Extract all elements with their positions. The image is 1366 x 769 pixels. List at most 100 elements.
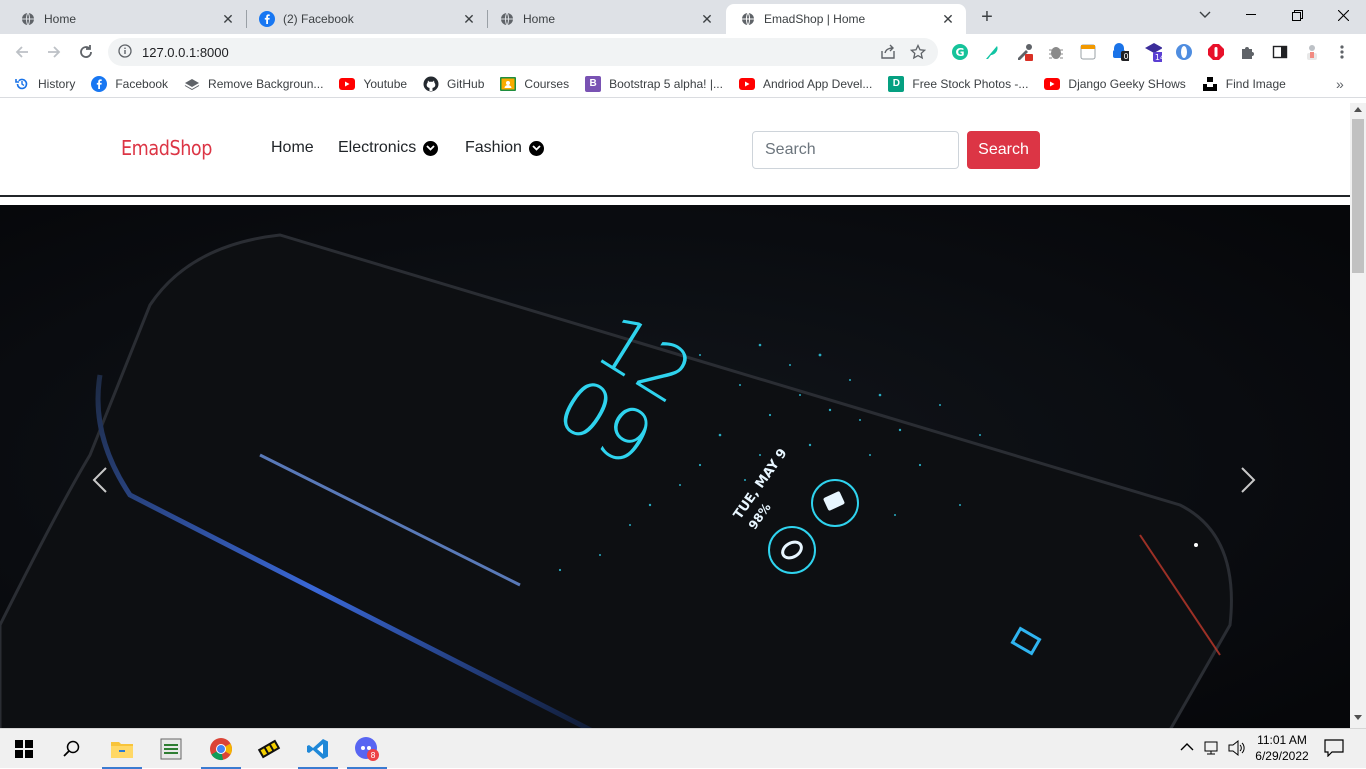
layers-icon (184, 76, 200, 92)
file-explorer-icon[interactable] (98, 729, 146, 769)
lottery-app-icon[interactable] (147, 729, 195, 769)
restore-button[interactable] (1274, 0, 1320, 30)
globe-icon (499, 11, 515, 27)
bookmarks-bar: History Facebook Remove Backgroun... You… (0, 70, 1366, 98)
forward-button[interactable] (40, 38, 68, 66)
browser-tab[interactable]: Home ✕ (485, 4, 725, 34)
scrollbar-thumb[interactable] (1352, 119, 1364, 273)
star-icon[interactable] (909, 43, 927, 63)
extension-lock-icon[interactable]: 0 (1111, 43, 1129, 61)
graduation-cap-icon[interactable]: 14 (1144, 43, 1162, 62)
site-navbar: EmadShop Home Electronics Fashion Search (0, 103, 1350, 197)
github-icon (423, 76, 439, 92)
side-panel-icon[interactable] (1271, 43, 1289, 61)
scroll-down-arrow-icon[interactable] (1354, 715, 1362, 720)
notification-center-icon[interactable] (1324, 739, 1344, 760)
opera-icon[interactable] (1175, 43, 1193, 61)
web-page: EmadShop Home Electronics Fashion Search (0, 103, 1350, 728)
puzzle-icon[interactable] (1239, 43, 1257, 61)
bookmark-free-stock-photos[interactable]: D Free Stock Photos -... (888, 75, 1028, 92)
search-input[interactable] (752, 131, 959, 169)
bookmark-find-image[interactable]: Find Image (1202, 76, 1286, 92)
grammarly-icon[interactable]: G (951, 43, 969, 61)
profile-icon[interactable] (1303, 43, 1321, 61)
bookmark-android-dev[interactable]: Andriod App Devel... (738, 76, 872, 92)
browser-tab[interactable]: (2) Facebook ✕ (245, 4, 487, 34)
browser-tab-title: Home (44, 12, 77, 26)
facebook-icon (259, 11, 275, 27)
bootstrap-icon: B (585, 75, 602, 92)
svg-text:8: 8 (370, 751, 375, 760)
bug-icon[interactable] (1047, 43, 1065, 61)
network-icon[interactable] (1203, 739, 1221, 760)
notes-icon[interactable] (1079, 43, 1097, 61)
bookmark-remove-background[interactable]: Remove Backgroun... (184, 76, 323, 92)
chevron-left-icon (92, 467, 107, 493)
bookmark-youtube[interactable]: Youtube (339, 76, 407, 92)
bookmark-github[interactable]: GitHub (423, 76, 484, 92)
search-icon[interactable] (48, 729, 96, 769)
bookmarks-overflow-icon[interactable]: » (1336, 76, 1344, 92)
start-button[interactable] (0, 729, 48, 769)
stock-photo-icon: D (888, 75, 905, 92)
memory-chip-app-icon[interactable] (245, 729, 293, 769)
nav-home-link[interactable]: Home (271, 139, 314, 157)
back-button[interactable] (8, 38, 36, 66)
info-icon[interactable] (118, 43, 132, 61)
page-scrollbar[interactable] (1350, 103, 1366, 728)
browser-tab-title: Home (523, 12, 556, 26)
globe-icon (20, 11, 36, 27)
share-icon[interactable] (880, 44, 896, 63)
extension-feather-icon[interactable] (983, 43, 1001, 61)
close-icon[interactable]: ✕ (699, 11, 715, 27)
show-hidden-icons-chevron-icon[interactable] (1180, 741, 1194, 755)
more-menu-icon[interactable] (1333, 43, 1351, 61)
close-window-button[interactable] (1320, 0, 1366, 30)
site-brand-logo[interactable]: EmadShop (121, 136, 212, 160)
address-bar[interactable]: 127.0.0.1:8000 (108, 38, 938, 66)
system-clock[interactable]: 11:01 AM 6/29/2022 (1244, 732, 1320, 764)
svg-text:G: G (955, 46, 964, 59)
classroom-icon (500, 76, 517, 92)
bookmark-courses[interactable]: Courses (500, 76, 569, 92)
clock-time: 11:01 AM (1257, 733, 1307, 747)
bookmark-bootstrap[interactable]: B Bootstrap 5 alpha! |... (585, 75, 723, 92)
chevron-right-icon (1241, 467, 1256, 493)
new-tab-button[interactable]: + (976, 6, 998, 28)
browser-tab-active[interactable]: EmadShop | Home ✕ (726, 4, 966, 34)
close-icon[interactable]: ✕ (220, 11, 236, 27)
browser-tab-strip: Home ✕ (2) Facebook ✕ Home ✕ EmadShop | … (0, 0, 1366, 34)
nav-fashion-dropdown[interactable]: Fashion (465, 139, 544, 157)
bookmark-history[interactable]: History (14, 76, 75, 92)
search-button[interactable]: Search (967, 131, 1040, 169)
browser-toolbar: 127.0.0.1:8000 G 0 14 (0, 34, 1366, 70)
bookmark-facebook[interactable]: Facebook (91, 75, 168, 92)
close-icon[interactable]: ✕ (461, 11, 477, 27)
nav-electronics-dropdown[interactable]: Electronics (338, 139, 439, 157)
unsplash-icon (1202, 76, 1218, 92)
close-icon[interactable]: ✕ (940, 11, 956, 27)
carousel-next-button[interactable] (1228, 460, 1268, 500)
reload-button[interactable] (72, 38, 100, 66)
discord-like-app-icon[interactable]: 8 (343, 729, 391, 769)
bookmark-django-geeky-shows[interactable]: Django Geeky SHows (1044, 76, 1186, 92)
windows-taskbar: 8 11:01 AM 6/29/2022 (0, 728, 1366, 769)
scroll-up-arrow-icon[interactable] (1354, 107, 1362, 112)
hero-carousel: 12 09 TUE, MAY 9 98% (0, 205, 1350, 728)
tab-search-button[interactable] (1182, 0, 1228, 30)
clock-date: 6/29/2022 (1255, 749, 1309, 763)
chrome-icon[interactable] (197, 729, 245, 769)
eyedropper-icon[interactable] (1015, 43, 1033, 61)
svg-text:14: 14 (1155, 53, 1162, 62)
address-url: 127.0.0.1:8000 (142, 44, 229, 60)
adblock-icon[interactable] (1207, 43, 1225, 61)
carousel-prev-button[interactable] (80, 460, 120, 500)
minimize-button[interactable] (1228, 0, 1274, 30)
facebook-icon (91, 75, 108, 92)
history-icon (14, 76, 30, 92)
windows-logo-icon (15, 740, 33, 758)
browser-tab[interactable]: Home ✕ (6, 4, 246, 34)
chevron-down-icon (423, 140, 439, 156)
vscode-icon[interactable] (294, 729, 342, 769)
youtube-icon (738, 76, 755, 92)
